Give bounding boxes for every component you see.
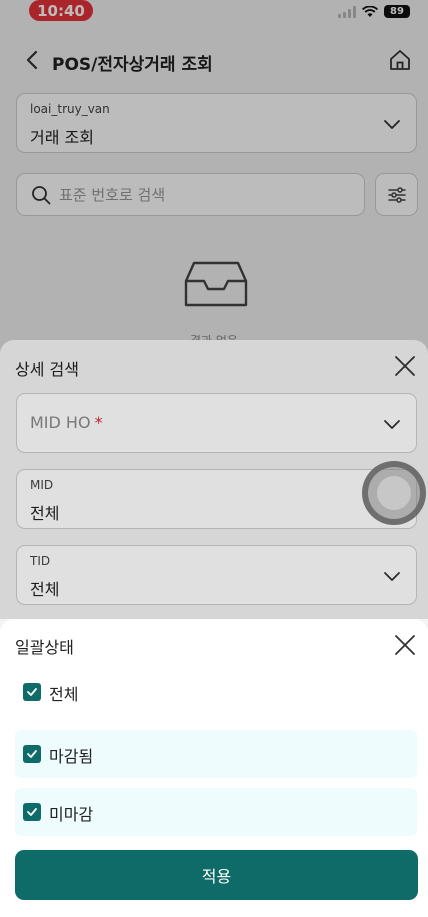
status-option-all[interactable]: 전체 <box>15 668 417 716</box>
status-option-open[interactable]: 미마감 <box>15 788 417 836</box>
option-label: 전체 <box>49 685 79 704</box>
modal-backdrop-secondary[interactable] <box>0 0 428 619</box>
status-sheet-title: 일괄상태 <box>15 638 74 657</box>
checkbox-checked-icon[interactable] <box>23 745 41 763</box>
close-icon[interactable] <box>394 634 416 656</box>
apply-button[interactable]: 적용 <box>15 850 418 900</box>
option-label: 마감됨 <box>49 747 94 766</box>
app-screen: 10:40 89 POS/전자상거래 조회 loai_truy_van 거래 조… <box>0 0 428 917</box>
status-option-closed[interactable]: 마감됨 <box>15 730 417 778</box>
checkbox-checked-icon[interactable] <box>23 803 41 821</box>
option-label: 미마감 <box>49 805 94 824</box>
checkbox-checked-icon[interactable] <box>23 683 41 701</box>
